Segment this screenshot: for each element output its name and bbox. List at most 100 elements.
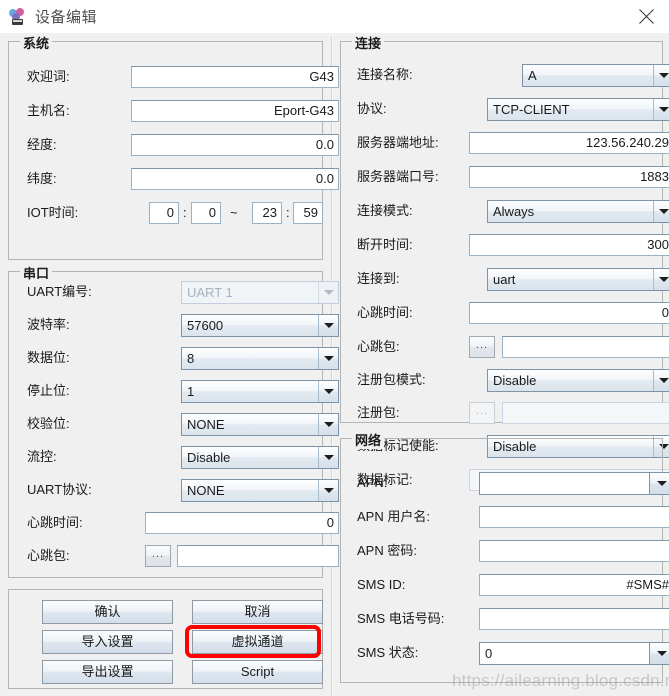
field-latitude-label: 纬度: [27,171,57,186]
iot-start-hour-input[interactable]: 0 [149,202,179,224]
field-sms-id-label: SMS ID: [357,577,406,592]
close-icon[interactable] [623,0,669,33]
connection-mode-combo[interactable]: Always [487,200,669,223]
chevron-down-icon[interactable] [653,201,669,222]
import-settings-button[interactable]: 导入设置 [42,630,173,654]
conn-heartbeat-packet-browse-button[interactable]: ... [469,336,495,358]
export-settings-button[interactable]: 导出设置 [42,660,173,684]
sms-state-combo[interactable]: 0 [479,642,669,665]
field-hostname: 主机名: Eport-G43 [27,100,339,122]
field-apn-password-label: APN 密码: [357,543,417,558]
conn-heartbeat-time-input[interactable]: 0 [469,302,669,324]
field-parity: 校验位: NONE [27,413,339,436]
field-apn-username-label: APN 用户名: [357,509,430,524]
field-apn-username: APN 用户名: [357,506,669,528]
iot-colon-2: : [286,205,290,220]
parity-combo[interactable]: NONE [181,413,339,436]
baudrate-combo[interactable]: 57600 [181,314,339,337]
field-disconnect-time-label: 断开时间: [357,237,413,252]
chevron-down-icon[interactable] [653,65,669,86]
chevron-down-icon[interactable] [649,642,669,665]
field-register-packet-label: 注册包: [357,405,400,420]
sms-id-input[interactable]: #SMS# [479,574,669,596]
connection-name-value: A [528,68,537,83]
register-packet-browse-button: ... [469,402,495,424]
field-connect-to-label: 连接到: [357,271,400,286]
field-disconnect-time: 断开时间: 300 [357,234,669,256]
field-server-port: 服务器端口号: 1883 [357,166,669,188]
field-welcome-label: 欢迎词: [27,69,70,84]
virtual-channel-button[interactable]: 虚拟通道 [192,630,323,654]
welcome-input[interactable]: G43 [131,66,339,88]
field-sms-id: SMS ID: #SMS# [357,574,669,596]
group-connection: 连接 连接名称: A 协议: TCP-CLIENT 服务器端地址: 123.56… [340,33,669,491]
sms-state-value[interactable]: 0 [479,642,649,665]
field-uart-no: UART编号: UART 1 [27,281,339,304]
register-packet-mode-combo[interactable]: Disable [487,369,669,392]
group-serial-legend: 串口 [20,263,53,282]
connection-name-combo[interactable]: A [522,64,669,87]
serial-heartbeat-time-input[interactable]: 0 [145,512,339,534]
watermark-text: https://ailearning.blog.csdn.net [452,671,669,690]
hostname-input[interactable]: Eport-G43 [131,100,339,122]
server-address-input[interactable]: 123.56.240.29 [469,132,669,154]
disconnect-time-input[interactable]: 300 [469,234,669,256]
stopbits-value: 1 [187,384,195,399]
chevron-down-icon[interactable] [318,381,338,402]
parity-value: NONE [187,417,225,432]
chevron-down-icon[interactable] [318,348,338,369]
chevron-down-icon[interactable] [653,99,669,120]
chevron-down-icon[interactable] [318,480,338,501]
uart-protocol-combo[interactable]: NONE [181,479,339,502]
stopbits-combo[interactable]: 1 [181,380,339,403]
longitude-input[interactable]: 0.0 [131,134,339,156]
apn-input[interactable] [479,472,649,495]
flowcontrol-combo[interactable]: Disable [181,446,339,469]
field-baudrate-label: 波特率: [27,317,70,332]
field-uart-protocol-label: UART协议: [27,482,92,497]
field-serial-heartbeat-time-label: 心跳时间: [27,515,83,530]
iot-end-minute-input[interactable]: 59 [293,202,323,224]
sms-phone-input[interactable] [479,608,669,630]
apn-username-input[interactable] [479,506,669,528]
field-server-port-label: 服务器端口号: [357,169,439,184]
confirm-button[interactable]: 确认 [42,600,173,624]
field-connection-name-label: 连接名称: [357,67,413,82]
databits-combo[interactable]: 8 [181,347,339,370]
field-apn: APN: [357,472,669,495]
field-serial-heartbeat-packet-label: 心跳包: [27,548,70,563]
iot-end-hour-input[interactable]: 23 [252,202,282,224]
chevron-down-icon[interactable] [318,447,338,468]
iot-start-minute-input[interactable]: 0 [191,202,221,224]
register-packet-input [502,402,669,424]
chevron-down-icon[interactable] [318,315,338,336]
field-apn-label: APN: [357,475,388,490]
protocol-combo[interactable]: TCP-CLIENT [487,98,669,121]
connect-to-combo[interactable]: uart [487,268,669,291]
field-connection-mode: 连接模式: Always [357,200,669,223]
serial-heartbeat-packet-input[interactable] [177,545,339,567]
field-baudrate: 波特率: 57600 [27,314,339,337]
chevron-down-icon[interactable] [649,472,669,495]
apn-combo[interactable] [479,472,669,495]
field-conn-heartbeat-packet-label: 心跳包: [357,339,400,354]
chevron-down-icon[interactable] [653,370,669,391]
script-button[interactable]: Script [192,660,323,684]
field-conn-heartbeat-packet: 心跳包: ... [357,336,669,358]
latitude-input[interactable]: 0.0 [131,168,339,190]
server-port-input[interactable]: 1883 [469,166,669,188]
chevron-down-icon [318,282,338,303]
field-connect-to: 连接到: uart [357,268,669,291]
dialog-body: 系统 欢迎词: G43 主机名: Eport-G43 经度: 0.0 纬度: 0… [0,33,669,696]
field-serial-heartbeat-time: 心跳时间: 0 [27,512,339,534]
serial-heartbeat-packet-browse-button[interactable]: ... [145,545,171,567]
apn-password-input[interactable] [479,540,669,562]
uart-protocol-value: NONE [187,483,225,498]
conn-heartbeat-packet-input[interactable] [502,336,669,358]
chevron-down-icon[interactable] [653,269,669,290]
field-stopbits: 停止位: 1 [27,380,339,403]
group-system: 系统 欢迎词: G43 主机名: Eport-G43 经度: 0.0 纬度: 0… [8,33,339,260]
cancel-button[interactable]: 取消 [192,600,323,624]
field-server-address-label: 服务器端地址: [357,135,439,150]
chevron-down-icon[interactable] [318,414,338,435]
